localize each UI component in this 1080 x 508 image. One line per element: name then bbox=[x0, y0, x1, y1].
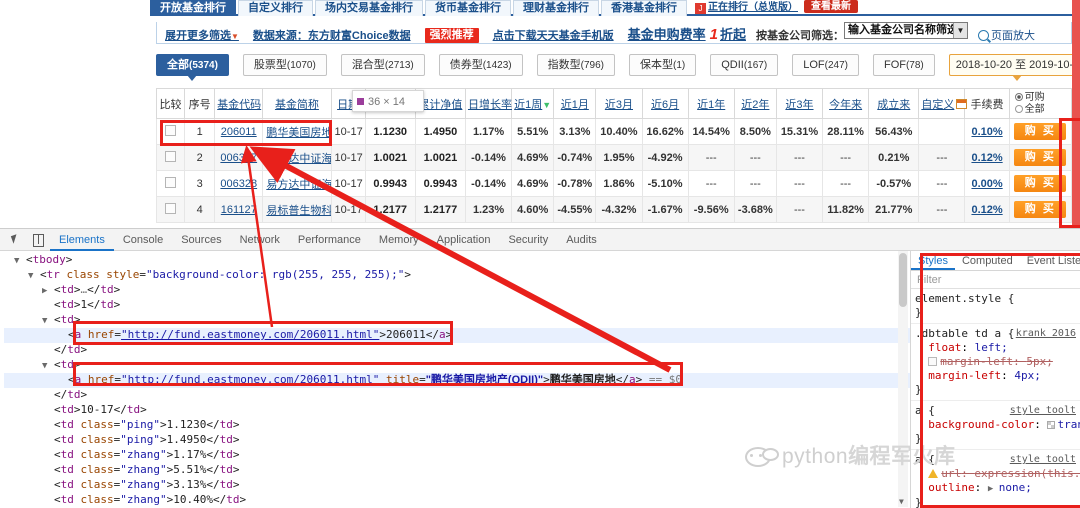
screenshot-root: 开放基金排行 自定义排行 场内交易基金排行 货币基金排行 理财基金排行 香港基金排行 J 正在… bbox=[0, 0, 1080, 508]
annotation-arrows bbox=[240, 145, 672, 373]
